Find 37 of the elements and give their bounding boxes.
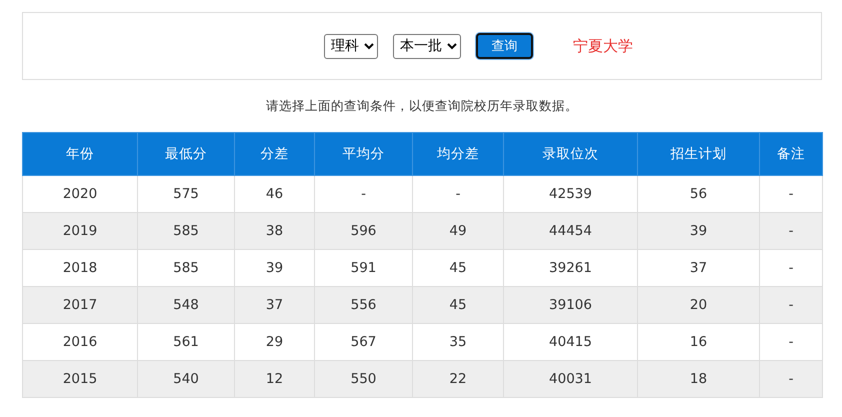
- table-cell: 2019: [22, 212, 138, 250]
- dropdown[interactable]: 理科: [324, 34, 378, 58]
- table-cell: 550: [314, 360, 412, 398]
- table-cell: 45: [412, 286, 504, 324]
- column-header: 年份: [22, 132, 138, 176]
- university-name: 宁夏大学: [573, 36, 633, 56]
- table-cell: -: [760, 212, 822, 250]
- table-cell: -: [760, 286, 822, 324]
- table-cell: 18: [638, 360, 760, 398]
- table-cell: 548: [138, 286, 234, 324]
- column-header: 分差: [234, 132, 314, 176]
- column-header: 均分差: [412, 132, 504, 176]
- table-cell: 12: [234, 360, 314, 398]
- table-cell: 39106: [504, 286, 638, 324]
- table-cell: 22: [412, 360, 504, 398]
- table-cell: 37: [234, 286, 314, 324]
- column-header: 招生计划: [638, 132, 760, 176]
- table-cell: 2017: [22, 286, 138, 324]
- column-header: 最低分: [138, 132, 234, 176]
- table-cell: 20: [638, 286, 760, 324]
- column-header: 录取位次: [504, 132, 638, 176]
- table-cell: 540: [138, 360, 234, 398]
- table-cell: -: [760, 360, 822, 398]
- hint-text: 请选择上面的查询条件，以便查询院校历年录取数据。: [266, 98, 578, 115]
- table-cell: 38: [234, 212, 314, 250]
- table-cell: 40031: [504, 360, 638, 398]
- table-cell: 2015: [22, 360, 138, 398]
- column-header: 备注: [760, 132, 822, 176]
- table-cell: 585: [138, 212, 234, 250]
- table-cell: 44454: [504, 212, 638, 250]
- table-cell: 556: [314, 286, 412, 324]
- table-cell: 49: [412, 212, 504, 250]
- table-cell: 39: [638, 212, 760, 250]
- query-button[interactable]: 查询: [476, 33, 533, 59]
- dropdown[interactable]: 本一批: [393, 34, 461, 58]
- table-cell: 596: [314, 212, 412, 250]
- column-header: 平均分: [314, 132, 412, 176]
